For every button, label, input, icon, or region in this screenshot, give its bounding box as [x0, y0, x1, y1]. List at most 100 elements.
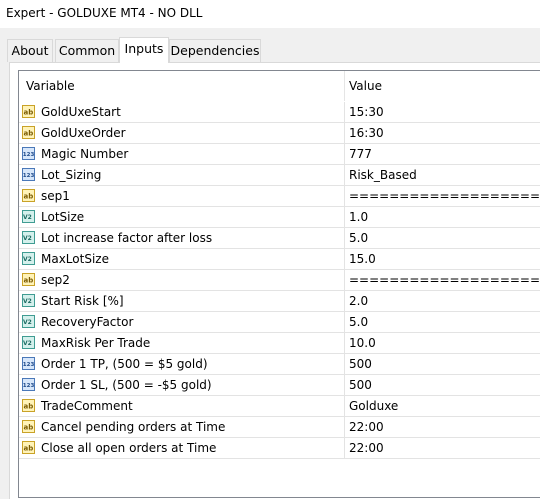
- svg-text:ab: ab: [24, 130, 34, 138]
- string-icon: ab: [22, 189, 35, 202]
- table-row[interactable]: ab sep2 =================================: [19, 270, 540, 291]
- tab-inputs[interactable]: Inputs: [119, 37, 169, 63]
- variable-name: Start Risk [%]: [41, 294, 124, 308]
- variable-value[interactable]: 5.0: [349, 231, 368, 245]
- table-row[interactable]: ab GoldUxeOrder 16:30: [19, 123, 540, 144]
- variable-value[interactable]: 500: [349, 357, 372, 371]
- value-cell[interactable]: 1.0: [345, 207, 540, 228]
- variable-cell: 123 Lot_Sizing: [19, 165, 345, 186]
- variable-name: GoldUxeStart: [41, 105, 121, 119]
- table-row[interactable]: V2 MaxRisk Per Trade 10.0: [19, 333, 540, 354]
- value-cell[interactable]: =================================: [345, 186, 540, 207]
- variable-cell: V2 MaxLotSize: [19, 249, 345, 270]
- value-cell[interactable]: Risk_Based: [345, 165, 540, 186]
- variable-name: Order 1 TP, (500 = $5 gold): [41, 357, 208, 371]
- table-row[interactable]: ab sep1 =================================: [19, 186, 540, 207]
- svg-text:123: 123: [23, 152, 35, 158]
- integer-icon: 123: [22, 168, 35, 181]
- value-cell[interactable]: 5.0: [345, 312, 540, 333]
- tab-about[interactable]: About: [7, 39, 53, 62]
- value-cell[interactable]: 22:00: [345, 417, 540, 438]
- column-divider[interactable]: [344, 71, 345, 101]
- variable-value[interactable]: 22:00: [349, 420, 384, 434]
- variable-cell: 123 Order 1 SL, (500 = -$5 gold): [19, 375, 345, 396]
- variable-value[interactable]: =================================: [349, 273, 540, 287]
- svg-text:ab: ab: [24, 445, 34, 453]
- header-variable[interactable]: Variable: [26, 79, 75, 93]
- table-row[interactable]: ab Cancel pending orders at Time 22:00: [19, 417, 540, 438]
- value-cell[interactable]: Golduxe: [345, 396, 540, 417]
- variable-value[interactable]: 10.0: [349, 336, 376, 350]
- value-cell[interactable]: =================================: [345, 270, 540, 291]
- variable-value[interactable]: =================================: [349, 189, 540, 203]
- value-cell[interactable]: 2.0: [345, 291, 540, 312]
- table-row[interactable]: V2 Lot increase factor after loss 5.0: [19, 228, 540, 249]
- double-icon: V2: [22, 231, 35, 244]
- variable-name: Magic Number: [41, 147, 129, 161]
- variable-value[interactable]: 22:00: [349, 441, 384, 455]
- inputs-grid: Variable Value ab GoldUxeStart 15:30 ab Gold…: [18, 70, 540, 498]
- integer-icon: 123: [22, 147, 35, 160]
- variable-value[interactable]: 5.0: [349, 315, 368, 329]
- value-cell[interactable]: 777: [345, 144, 540, 165]
- variable-value[interactable]: 16:30: [349, 126, 384, 140]
- value-cell[interactable]: 500: [345, 375, 540, 396]
- variable-value[interactable]: Risk_Based: [349, 168, 417, 182]
- variable-cell: ab Cancel pending orders at Time: [19, 417, 345, 438]
- variable-name: sep2: [41, 273, 70, 287]
- value-cell[interactable]: 5.0: [345, 228, 540, 249]
- variable-value[interactable]: 15.0: [349, 252, 376, 266]
- variable-name: Lot increase factor after loss: [41, 231, 213, 245]
- value-cell[interactable]: 500: [345, 354, 540, 375]
- table-row[interactable]: V2 MaxLotSize 15.0: [19, 249, 540, 270]
- string-icon: ab: [22, 399, 35, 412]
- variable-name: Lot_Sizing: [41, 168, 102, 182]
- integer-icon: 123: [22, 357, 35, 370]
- variable-cell: ab Close all open orders at Time: [19, 438, 345, 459]
- table-row[interactable]: ab TradeComment Golduxe: [19, 396, 540, 417]
- svg-text:V2: V2: [23, 235, 32, 242]
- variable-name: Close all open orders at Time: [41, 441, 217, 455]
- svg-text:123: 123: [23, 362, 35, 368]
- table-row[interactable]: 123 Order 1 TP, (500 = $5 gold) 500: [19, 354, 540, 375]
- variable-value[interactable]: Golduxe: [349, 399, 398, 413]
- table-row[interactable]: 123 Lot_Sizing Risk_Based: [19, 165, 540, 186]
- value-cell[interactable]: 16:30: [345, 123, 540, 144]
- variable-value[interactable]: 15:30: [349, 105, 384, 119]
- variable-cell: V2 Lot increase factor after loss: [19, 228, 345, 249]
- header-value[interactable]: Value: [349, 79, 382, 93]
- variable-name: Cancel pending orders at Time: [41, 420, 226, 434]
- variable-value[interactable]: 1.0: [349, 210, 368, 224]
- tab-common[interactable]: Common: [55, 39, 119, 62]
- variable-value[interactable]: 500: [349, 378, 372, 392]
- variable-name: sep1: [41, 189, 70, 203]
- table-row[interactable]: ab Close all open orders at Time 22:00: [19, 438, 540, 459]
- table-row[interactable]: 123 Order 1 SL, (500 = -$5 gold) 500: [19, 375, 540, 396]
- variable-cell: ab GoldUxeOrder: [19, 123, 345, 144]
- value-cell[interactable]: 15:30: [345, 102, 540, 123]
- value-cell[interactable]: 22:00: [345, 438, 540, 459]
- variable-cell: ab sep1: [19, 186, 345, 207]
- table-row[interactable]: 123 Magic Number 777: [19, 144, 540, 165]
- tab-dependencies[interactable]: Dependencies: [169, 39, 261, 62]
- variable-cell: ab TradeComment: [19, 396, 345, 417]
- variable-name: MaxLotSize: [41, 252, 109, 266]
- string-icon: ab: [22, 273, 35, 286]
- value-cell[interactable]: 15.0: [345, 249, 540, 270]
- variable-cell: 123 Magic Number: [19, 144, 345, 165]
- string-icon: ab: [22, 105, 35, 118]
- window-title: Expert - GOLDUXE MT4 - NO DLL: [6, 6, 203, 20]
- double-icon: V2: [22, 210, 35, 223]
- table-row[interactable]: ab GoldUxeStart 15:30: [19, 102, 540, 123]
- svg-text:ab: ab: [24, 277, 34, 285]
- value-cell[interactable]: 10.0: [345, 333, 540, 354]
- variable-value[interactable]: 2.0: [349, 294, 368, 308]
- variable-value[interactable]: 777: [349, 147, 372, 161]
- table-row[interactable]: V2 Start Risk [%] 2.0: [19, 291, 540, 312]
- variable-cell: 123 Order 1 TP, (500 = $5 gold): [19, 354, 345, 375]
- table-row[interactable]: V2 LotSize 1.0: [19, 207, 540, 228]
- double-icon: V2: [22, 336, 35, 349]
- table-row[interactable]: V2 RecoveryFactor 5.0: [19, 312, 540, 333]
- svg-text:ab: ab: [24, 193, 34, 201]
- string-icon: ab: [22, 420, 35, 433]
